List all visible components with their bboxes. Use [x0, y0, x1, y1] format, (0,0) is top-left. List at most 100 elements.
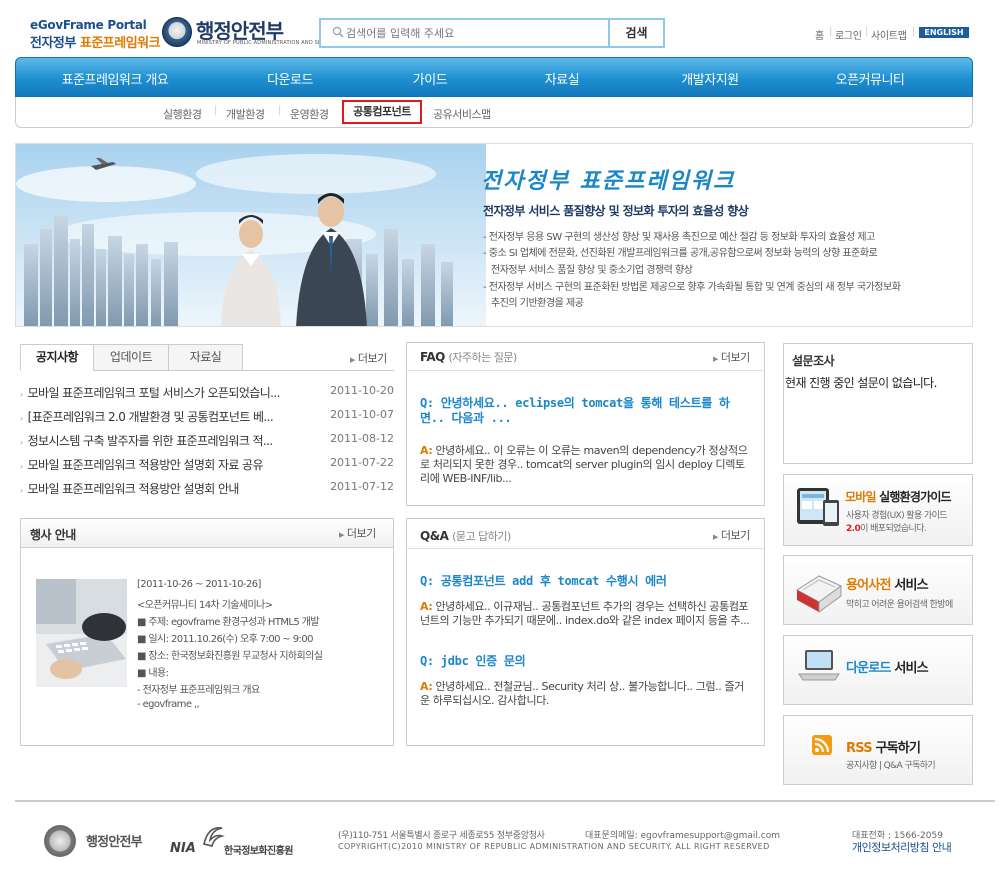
subnav-item-common-component[interactable]: 공통컴포넌트: [342, 100, 422, 124]
rss-icon: [812, 735, 832, 755]
event-content-item: - egovframe ,,: [137, 699, 200, 710]
subnav-item-shared-service-map[interactable]: 공유서비스맵: [433, 106, 491, 122]
notice-title: 모바일 표준프레임워크 포털 서비스가 오픈되었습니...: [27, 386, 281, 400]
subnav-item-devenv[interactable]: 개발환경: [226, 106, 265, 122]
quick-rss-sub: 공지사항 | Q&A 구독하기: [846, 761, 936, 771]
qna-question[interactable]: Q: 공통컴포넌트 add 후 tomcat 수행시 에러: [420, 574, 750, 589]
quick-download-title-hl: 다운로드: [846, 661, 891, 676]
faq-title-sub: (자주하는 질문): [448, 351, 518, 364]
footer-nia-kr: 한국정보화진흥원: [224, 846, 293, 857]
faq-answer: A: 안녕하세요.. 이 오류는 이 오류는 maven의 dependency…: [420, 444, 750, 486]
quick-mobile-title-rest: 실행환경가이드: [875, 490, 951, 504]
notice-date: 2011-07-12: [330, 480, 394, 493]
logo-kr-highlight: 표준프레임워크: [79, 36, 161, 51]
quick-rss-title-rest: 구독하기: [871, 741, 921, 756]
quick-glossary-title-hl: 용어사전: [846, 578, 891, 593]
notice-date: 2011-10-07: [330, 408, 394, 421]
tab-notice[interactable]: 공지사항: [20, 344, 94, 371]
event-content-item: - 전자정부 표준프레임워크 개요: [137, 685, 260, 696]
notice-item[interactable]: › 모바일 표준프레임워크 적용방안 설명회 자료 공유 2011-07-22: [20, 456, 394, 474]
nav-item-dev-support[interactable]: 개발자지원: [650, 69, 770, 88]
qna-title: Q&A (묻고 답하기): [420, 528, 511, 544]
subnav-item-opsenv[interactable]: 운영환경: [290, 106, 329, 122]
qna-more-label: 더보기: [720, 529, 750, 542]
footer-copyright: COPYRIGHT(C)2010 MINISTRY OF REPUBLIC AD…: [338, 842, 770, 851]
notice-title: 모바일 표준프레임워크 적용방안 설명회 자료 공유: [27, 458, 264, 472]
util-link-login[interactable]: 로그인: [835, 27, 862, 42]
notice-item[interactable]: › 정보시스템 구축 발주자를 위한 표준프레임워크 적... 2011-08-12: [20, 432, 394, 450]
banner-line: - 전자정부 서비스 구현의 표준화된 방법론 제공으로 향후 가속화될 통합 …: [483, 282, 901, 293]
subnav-item-runtime[interactable]: 실행환경: [163, 106, 202, 122]
quick-glossary-title: 용어사전 서비스: [846, 574, 929, 593]
notice-item[interactable]: › [표준프레임워크 2.0 개발환경 및 공통컴포넌트 베... 2011-10-…: [20, 408, 394, 426]
quick-glossary-title-rest: 서비스: [890, 578, 928, 593]
subnav-separator: |: [278, 105, 282, 116]
event-title: 행사 안내: [30, 528, 76, 542]
tab-library[interactable]: 자료실: [168, 344, 243, 371]
notice-item[interactable]: › 모바일 표준프레임워크 포털 서비스가 오픈되었습니... 2011-10-20: [20, 384, 394, 402]
nav-item-overview[interactable]: 표준프레임워크 개요: [40, 69, 190, 88]
faq-more-link[interactable]: ▶ 더보기: [713, 349, 750, 365]
faq-a-label: A:: [420, 444, 433, 457]
footer-ministry-logo: 행정안전부: [86, 835, 143, 850]
faq-q-label: Q:: [420, 396, 434, 410]
util-separator: |: [865, 26, 869, 37]
banner-title: 전자정부 표준프레임워크: [481, 168, 736, 194]
event-panel-header: [20, 518, 394, 548]
search-button[interactable]: 검색: [608, 18, 665, 48]
qna-answer: A: 안녕하세요.. 이규재님.. 공통컴포넌트 추가의 경우는 선택하신 공통…: [420, 600, 750, 628]
event-more-link[interactable]: ▶ 더보기: [339, 525, 376, 541]
qna-more-link[interactable]: ▶ 더보기: [713, 527, 750, 543]
qna-question-text: 공통컴포넌트 add 후 tomcat 수행시 에러: [440, 574, 667, 588]
english-button[interactable]: ENGLISH: [919, 27, 969, 38]
quick-glossary-sub: 막히고 어려운 용어검색 한방에: [846, 600, 953, 610]
tablet-phone-icon: [797, 488, 839, 526]
faq-question[interactable]: Q: 안녕하세요.. eclipse의 tomcat을 통해 테스트를 하면..…: [420, 396, 750, 426]
footer-ministry-seal-icon: [44, 825, 76, 857]
notice-title: 모바일 표준프레임워크 적용방안 설명회 안내: [27, 482, 240, 496]
tab-update[interactable]: 업데이트: [93, 344, 169, 371]
footer-address: (우)110-751 서울특별시 종로구 세종로55 정부중앙청사: [338, 831, 545, 841]
faq-divider: [406, 370, 765, 371]
event-place: ■ 장소: 한국정보화진흥원 무교청사 지하회의실: [137, 651, 323, 662]
notice-date: 2011-07-22: [330, 456, 394, 469]
search-icon: [332, 26, 344, 38]
quick-mobile-title-hl: 모바일: [845, 490, 877, 504]
qna-q-label: Q:: [420, 654, 434, 668]
portal-logo-en[interactable]: eGovFrame Portal: [30, 18, 147, 32]
event-topic: ■ 주제: egovframe 환경구성과 HTML5 개발: [137, 617, 319, 628]
event-date-range: [2011-10-26 ~ 2011-10-26]: [137, 579, 261, 590]
nav-item-library[interactable]: 자료실: [512, 69, 612, 88]
banner-line: - 중소 SI 업체에 전문화, 선진화된 개발프레임워크를 공개,공유함으로써…: [483, 248, 878, 259]
faq-title: FAQ (자주하는 질문): [420, 349, 517, 365]
quick-download-title: 다운로드 서비스: [846, 657, 929, 676]
quick-mobile-sub1: 사용자 경험(UX) 활용 가이드: [846, 511, 948, 521]
notice-more-label: 더보기: [357, 352, 387, 365]
notice-title: [표준프레임워크 2.0 개발환경 및 공통컴포넌트 베...: [27, 410, 274, 424]
nav-item-open-community[interactable]: 오픈커뮤니티: [810, 69, 930, 88]
bullet-icon: ›: [20, 486, 23, 495]
util-link-home[interactable]: 홈: [815, 27, 824, 42]
arrow-right-icon: ▶: [713, 533, 718, 541]
notice-title: 정보시스템 구축 발주자를 위한 표준프레임워크 적...: [27, 434, 274, 448]
quick-mobile-title: 모바일 실행환경가이드: [845, 488, 952, 505]
banner-line: 추진의 기반환경을 제공: [491, 298, 584, 309]
event-thumbnail: [36, 579, 127, 687]
util-separator: |: [912, 26, 916, 37]
util-link-sitemap[interactable]: 사이트맵: [871, 27, 907, 42]
search-input[interactable]: [346, 22, 596, 44]
banner-line: - 전자정부 응용 SW 구현의 생산성 향상 및 재사용 촉진으로 예산 절감…: [483, 232, 875, 243]
footer-privacy-link[interactable]: 개인정보처리방침 안내: [852, 839, 952, 855]
faq-answer-text: 안녕하세요.. 이 오류는 이 오류는 maven의 dependency가 정…: [420, 444, 748, 485]
notice-more-link[interactable]: ▶ 더보기: [350, 350, 387, 366]
nav-item-download[interactable]: 다운로드: [240, 69, 340, 88]
qna-a-label: A:: [420, 600, 433, 613]
sub-nav-bar: [15, 97, 973, 128]
notice-item[interactable]: › 모바일 표준프레임워크 적용방안 설명회 안내 2011-07-12: [20, 480, 394, 498]
qna-question[interactable]: Q: jdbc 인증 문의: [420, 654, 750, 669]
portal-logo-kr[interactable]: 전자정부 표준프레임워크: [30, 32, 161, 51]
nav-item-guide[interactable]: 가이드: [380, 69, 480, 88]
book-icon: [796, 575, 842, 613]
quick-mobile-sub3: 이 배포되었습니다.: [860, 524, 927, 534]
qna-question-text: jdbc 인증 문의: [440, 654, 526, 668]
